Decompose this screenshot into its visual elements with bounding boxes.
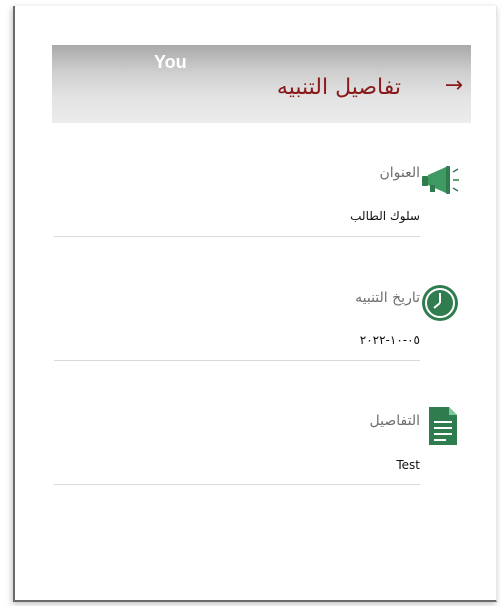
- document-icon: [429, 407, 457, 445]
- field-value: سلوك الطالب: [350, 209, 420, 223]
- alert-details-field: التفاصيل Test: [54, 408, 420, 485]
- alert-date-field: تاريخ التنبيه ٠٥-١٠-٢٠٢٢: [54, 285, 420, 361]
- field-label: تاريخ التنبيه: [355, 290, 420, 306]
- user-label: You: [154, 52, 187, 72]
- clock-icon: [422, 285, 458, 321]
- alert-title-field: العنوان سلوك الطالب: [54, 160, 420, 237]
- field-label: العنوان: [379, 165, 420, 181]
- back-arrow-icon[interactable]: →: [445, 75, 463, 97]
- field-value: ٠٥-١٠-٢٠٢٢: [359, 333, 420, 347]
- field-value: Test: [396, 458, 420, 472]
- page-title: تفاصيل التنبيه: [276, 75, 401, 100]
- header-bar: You تفاصيل التنبيه →: [52, 45, 471, 123]
- megaphone-icon: [422, 166, 459, 194]
- field-label: التفاصيل: [369, 413, 420, 429]
